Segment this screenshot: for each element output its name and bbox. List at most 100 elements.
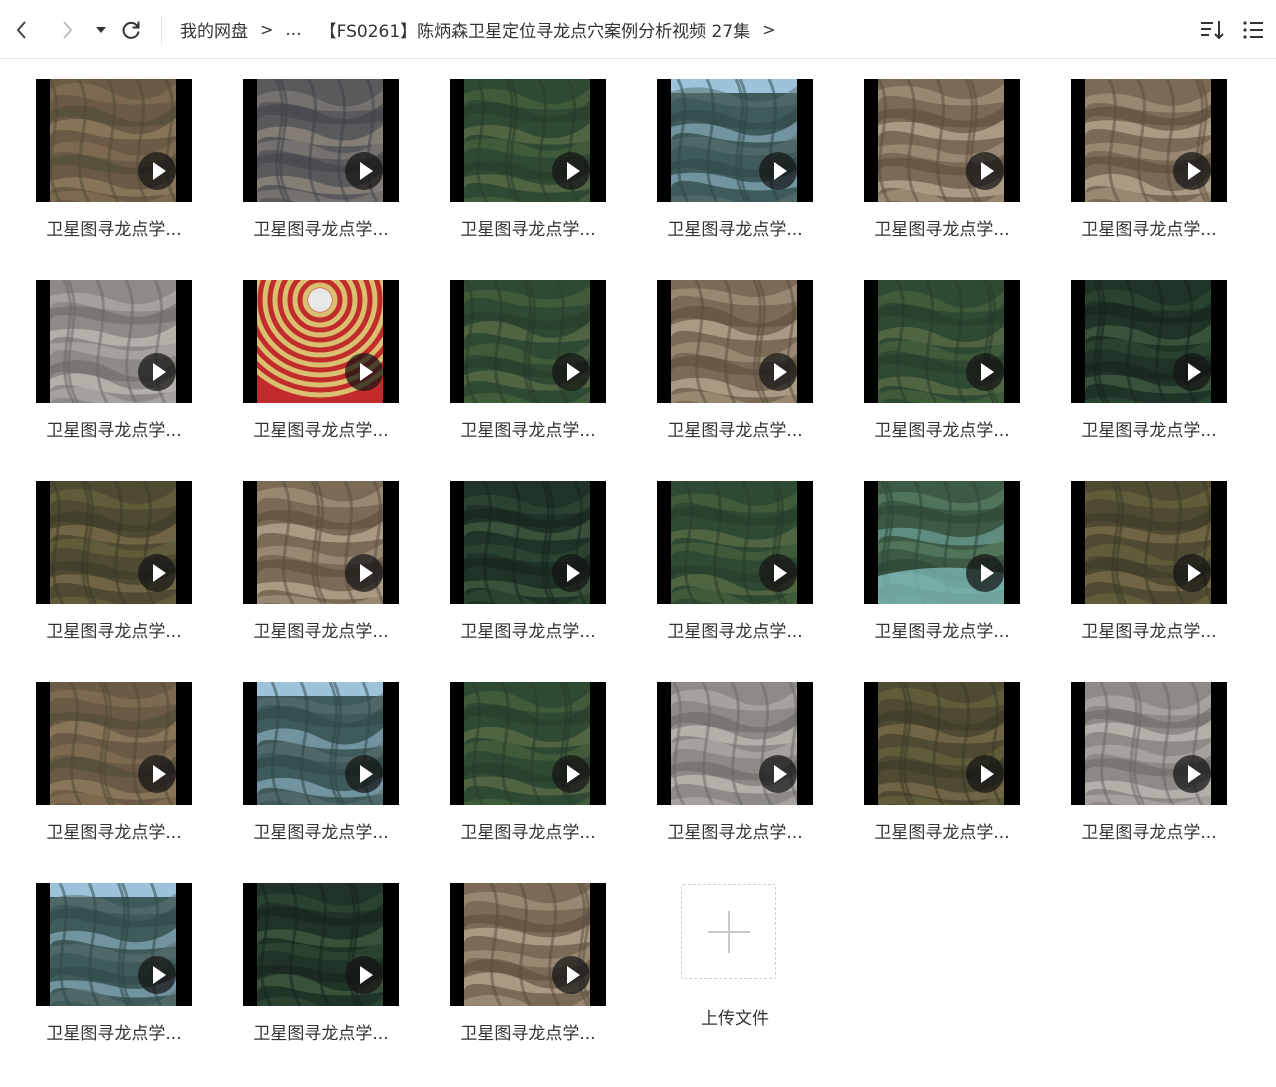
file-name[interactable]: 卫星图寻龙点学... [1064, 617, 1234, 642]
video-thumbnail[interactable] [243, 280, 399, 403]
video-thumbnail[interactable] [864, 481, 1020, 604]
file-name[interactable]: 卫星图寻龙点学... [29, 1019, 199, 1044]
video-file-item[interactable]: 卫星图寻龙点学... [650, 60, 820, 240]
video-file-item[interactable]: 卫星图寻龙点学... [236, 864, 406, 1044]
upload-label[interactable]: 上传文件 [650, 1004, 820, 1029]
video-file-item[interactable]: 卫星图寻龙点学... [29, 261, 199, 441]
video-file-item[interactable]: 卫星图寻龙点学... [443, 663, 613, 843]
file-name[interactable]: 卫星图寻龙点学... [650, 617, 820, 642]
file-name[interactable]: 卫星图寻龙点学... [29, 617, 199, 642]
breadcrumb-separator: > [260, 20, 274, 39]
video-thumbnail[interactable] [657, 682, 813, 805]
sort-button[interactable] [1199, 17, 1225, 43]
file-name[interactable]: 卫星图寻龙点学... [857, 617, 1027, 642]
video-file-item[interactable]: 卫星图寻龙点学... [443, 864, 613, 1044]
video-thumbnail[interactable] [36, 883, 192, 1006]
file-name[interactable]: 卫星图寻龙点学... [443, 818, 613, 843]
list-view-button[interactable] [1241, 17, 1267, 43]
video-thumbnail[interactable] [450, 481, 606, 604]
history-dropdown-button[interactable] [88, 14, 114, 46]
video-thumbnail[interactable] [657, 280, 813, 403]
file-name[interactable]: 卫星图寻龙点学... [857, 818, 1027, 843]
breadcrumb-current-folder[interactable]: 【FS0261】陈炳森卫星定位寻龙点穴案例分析视频 27集 [320, 17, 751, 42]
video-thumbnail[interactable] [1071, 79, 1227, 202]
caret-down-icon [96, 27, 106, 33]
file-name[interactable]: 卫星图寻龙点学... [650, 818, 820, 843]
video-file-item[interactable]: 卫星图寻龙点学... [1064, 462, 1234, 642]
video-file-item[interactable]: 卫星图寻龙点学... [1064, 261, 1234, 441]
video-file-item[interactable]: 卫星图寻龙点学... [236, 261, 406, 441]
breadcrumb-root[interactable]: 我的网盘 [180, 17, 248, 42]
video-file-item[interactable]: 卫星图寻龙点学... [29, 864, 199, 1044]
video-file-item[interactable]: 卫星图寻龙点学... [1064, 60, 1234, 240]
video-file-item[interactable]: 卫星图寻龙点学... [857, 663, 1027, 843]
file-name[interactable]: 卫星图寻龙点学... [236, 818, 406, 843]
file-name[interactable]: 卫星图寻龙点学... [1064, 215, 1234, 240]
file-name[interactable]: 卫星图寻龙点学... [857, 215, 1027, 240]
video-file-item[interactable]: 卫星图寻龙点学... [29, 663, 199, 843]
video-file-item[interactable]: 卫星图寻龙点学... [857, 60, 1027, 240]
file-name[interactable]: 卫星图寻龙点学... [1064, 818, 1234, 843]
file-name[interactable]: 卫星图寻龙点学... [29, 215, 199, 240]
video-thumbnail[interactable] [864, 79, 1020, 202]
file-name[interactable]: 卫星图寻龙点学... [236, 416, 406, 441]
video-thumbnail[interactable] [864, 682, 1020, 805]
file-name[interactable]: 卫星图寻龙点学... [857, 416, 1027, 441]
upload-button[interactable] [681, 884, 776, 979]
file-name[interactable]: 卫星图寻龙点学... [443, 215, 613, 240]
video-thumbnail[interactable] [1071, 481, 1227, 604]
sort-icon [1201, 21, 1224, 40]
video-file-item[interactable]: 卫星图寻龙点学... [857, 462, 1027, 642]
refresh-button[interactable] [117, 14, 145, 46]
video-thumbnail[interactable] [450, 883, 606, 1006]
chevron-right-icon [63, 21, 73, 39]
play-icon [345, 755, 383, 793]
file-name[interactable]: 卫星图寻龙点学... [1064, 416, 1234, 441]
video-thumbnail[interactable] [657, 481, 813, 604]
file-name[interactable]: 卫星图寻龙点学... [650, 416, 820, 441]
play-icon [138, 554, 176, 592]
video-file-item[interactable]: 卫星图寻龙点学... [236, 462, 406, 642]
video-thumbnail[interactable] [864, 280, 1020, 403]
video-file-item[interactable]: 卫星图寻龙点学... [236, 60, 406, 240]
file-name[interactable]: 卫星图寻龙点学... [29, 818, 199, 843]
video-file-item[interactable]: 卫星图寻龙点学... [857, 261, 1027, 441]
video-thumbnail[interactable] [36, 79, 192, 202]
video-thumbnail[interactable] [1071, 682, 1227, 805]
video-thumbnail[interactable] [36, 280, 192, 403]
video-file-item[interactable]: 卫星图寻龙点学... [29, 462, 199, 642]
breadcrumb-separator[interactable]: > [762, 20, 775, 39]
file-name[interactable]: 卫星图寻龙点学... [443, 1019, 613, 1044]
video-thumbnail[interactable] [657, 79, 813, 202]
breadcrumb-ellipsis[interactable]: ... [285, 20, 301, 40]
file-name[interactable]: 卫星图寻龙点学... [443, 416, 613, 441]
video-thumbnail[interactable] [243, 79, 399, 202]
video-file-item[interactable]: 卫星图寻龙点学... [443, 462, 613, 642]
video-file-item[interactable]: 卫星图寻龙点学... [236, 663, 406, 843]
video-file-item[interactable]: 卫星图寻龙点学... [443, 261, 613, 441]
video-thumbnail[interactable] [243, 682, 399, 805]
file-name[interactable]: 卫星图寻龙点学... [236, 1019, 406, 1044]
video-thumbnail[interactable] [36, 481, 192, 604]
video-thumbnail[interactable] [450, 280, 606, 403]
video-file-item[interactable]: 卫星图寻龙点学... [650, 663, 820, 843]
video-file-item[interactable]: 卫星图寻龙点学... [650, 261, 820, 441]
video-file-item[interactable]: 卫星图寻龙点学... [1064, 663, 1234, 843]
file-name[interactable]: 卫星图寻龙点学... [236, 617, 406, 642]
video-thumbnail[interactable] [450, 79, 606, 202]
file-name[interactable]: 卫星图寻龙点学... [650, 215, 820, 240]
video-file-item[interactable]: 卫星图寻龙点学... [29, 60, 199, 240]
back-button[interactable] [8, 14, 36, 46]
file-name[interactable]: 卫星图寻龙点学... [236, 215, 406, 240]
video-thumbnail[interactable] [36, 682, 192, 805]
video-thumbnail[interactable] [243, 481, 399, 604]
file-name[interactable]: 卫星图寻龙点学... [29, 416, 199, 441]
video-thumbnail[interactable] [243, 883, 399, 1006]
file-name[interactable]: 卫星图寻龙点学... [443, 617, 613, 642]
forward-button[interactable] [53, 14, 81, 46]
video-file-item[interactable]: 卫星图寻龙点学... [650, 462, 820, 642]
video-thumbnail[interactable] [450, 682, 606, 805]
upload-file-item[interactable]: 上传文件 [650, 864, 820, 1044]
video-file-item[interactable]: 卫星图寻龙点学... [443, 60, 613, 240]
video-thumbnail[interactable] [1071, 280, 1227, 403]
